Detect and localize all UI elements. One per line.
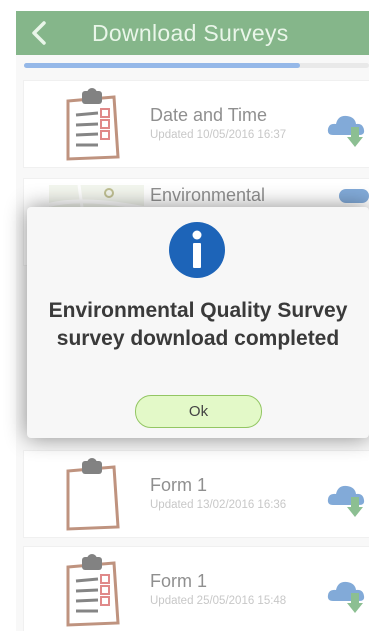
info-icon bbox=[169, 222, 225, 278]
dialog-message-line1: Environmental Quality Survey bbox=[48, 299, 348, 322]
ok-button[interactable]: Ok bbox=[135, 395, 262, 428]
dialog-message: Environmental Quality Survey survey down… bbox=[27, 297, 369, 353]
download-complete-dialog: Environmental Quality Survey survey down… bbox=[27, 207, 369, 438]
dialog-message-line2: survey download completed bbox=[56, 327, 340, 350]
